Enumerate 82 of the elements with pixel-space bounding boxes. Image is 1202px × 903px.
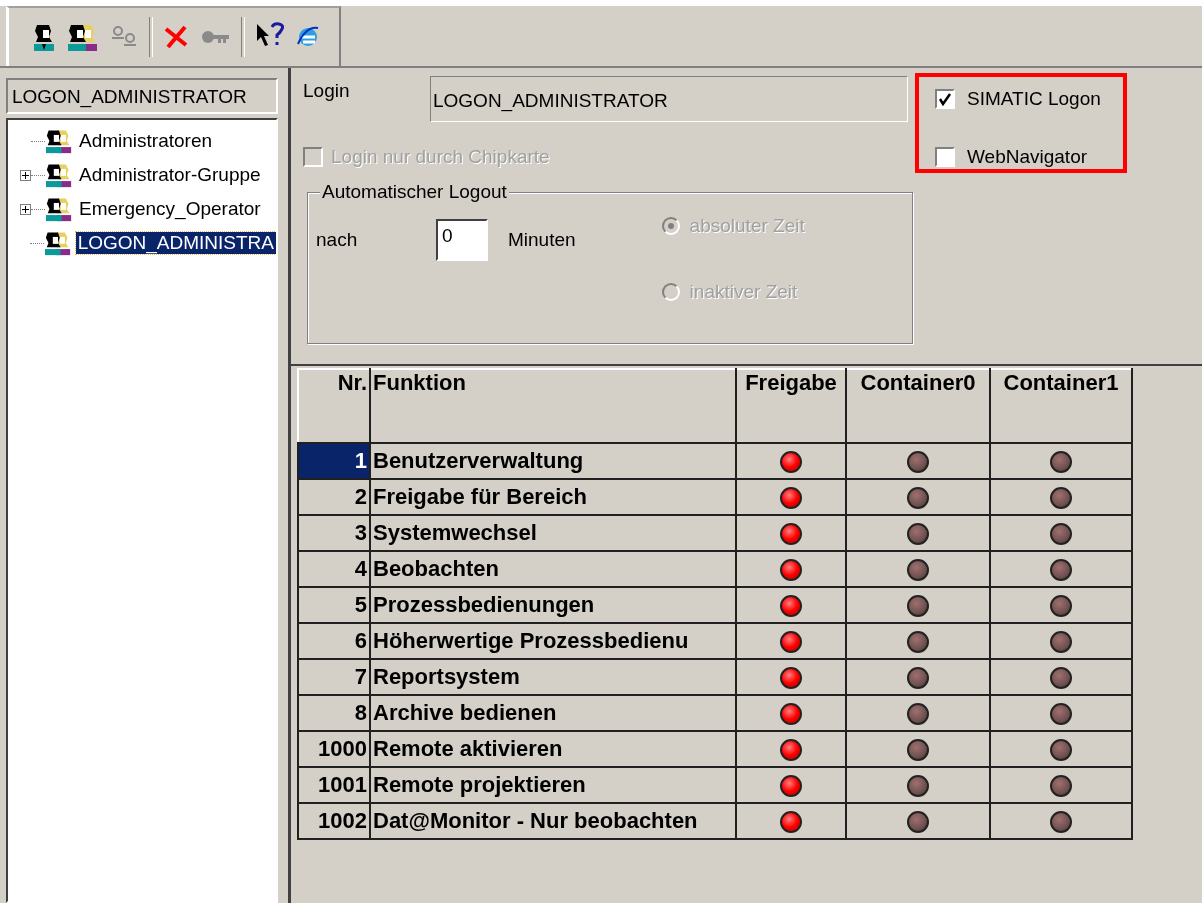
table-cell: Dat@Monitor - Nur beobachten [370,803,736,839]
status-light-icon[interactable] [1050,595,1072,618]
status-light-icon[interactable] [907,775,929,798]
tree-item[interactable]: Administrator-Gruppe [77,164,263,186]
status-light-icon[interactable] [780,487,802,510]
login-field[interactable]: LOGON_ADMINISTRATOR [430,76,908,122]
column-header[interactable]: Container1 [990,369,1132,443]
table-cell: Remote aktivieren [370,731,736,767]
minutes-field[interactable]: 0 [436,219,488,261]
row-number[interactable]: 1000 [298,731,370,767]
table-cell: Höherwertige Prozessbedienu [370,623,736,659]
status-light-icon[interactable] [907,631,929,654]
status-light-icon[interactable] [1050,703,1072,726]
status-light-icon[interactable] [907,595,929,618]
table-cell: Benutzerverwaltung [370,443,736,479]
status-light-icon[interactable] [780,523,802,546]
tree-item[interactable]: Administratoren [77,130,215,152]
tree-item[interactable]: Emergency_Operator [77,198,263,220]
status-light-icon[interactable] [1050,667,1072,690]
row-number[interactable]: 6 [298,623,370,659]
minutes-label: Minuten [508,229,576,251]
status-light-icon[interactable] [907,523,929,546]
users-icon[interactable] [67,22,99,52]
users-icon [45,162,73,188]
user-name-field: LOGON_ADMINISTRATOR [6,78,278,114]
column-header[interactable]: Nr. [298,369,370,443]
status-light-icon[interactable] [780,811,802,834]
checkbox-label: WebNavigator [967,146,1088,168]
status-light-icon[interactable] [780,595,802,618]
expand-icon[interactable] [20,203,31,215]
column-header[interactable]: Container0 [846,369,990,443]
users-icon [45,196,73,222]
status-light-icon[interactable] [780,451,802,474]
status-light-icon[interactable] [907,739,929,762]
row-number[interactable]: 1002 [298,803,370,839]
row-number[interactable]: 7 [298,659,370,695]
row-number[interactable]: 8 [298,695,370,731]
table-cell: Archive bedienen [370,695,736,731]
status-light-icon[interactable] [780,667,802,690]
status-light-icon[interactable] [907,811,929,834]
user-icon[interactable] [31,22,57,52]
table-cell: Systemwechsel [370,515,736,551]
status-light-icon[interactable] [780,775,802,798]
status-light-icon[interactable] [1050,739,1072,762]
table-cell: Remote projektieren [370,767,736,803]
users-icon [43,230,72,256]
checkbox[interactable] [935,89,955,109]
status-light-icon[interactable] [1050,559,1072,582]
row-number[interactable]: 2 [298,479,370,515]
status-light-icon[interactable] [780,631,802,654]
status-light-icon[interactable] [907,487,929,510]
table-cell: Prozessbedienungen [370,587,736,623]
status-light-icon[interactable] [1050,523,1072,546]
row-number[interactable]: 5 [298,587,370,623]
login-label: Login [303,79,351,102]
expand-icon[interactable] [20,169,31,181]
status-light-icon[interactable] [780,559,802,582]
table-cell: Freigabe für Bereich [370,479,736,515]
status-light-icon[interactable] [1050,487,1072,510]
status-light-icon[interactable] [780,703,802,726]
status-light-icon[interactable] [907,667,929,690]
status-light-icon[interactable] [780,739,802,762]
status-light-icon[interactable] [907,451,929,474]
tree-item[interactable]: LOGON_ADMINISTRA [75,232,276,254]
status-light-icon[interactable] [907,559,929,582]
column-header[interactable]: Funktion [370,369,736,443]
checkbox[interactable] [935,147,955,167]
row-number[interactable]: 1001 [298,767,370,803]
column-header[interactable]: Freigabe [736,369,846,443]
after-label: nach [316,229,359,251]
status-light-icon[interactable] [1050,451,1072,474]
users-icon [45,128,73,154]
status-light-icon[interactable] [1050,775,1072,798]
status-light-icon[interactable] [907,703,929,726]
checkbox-label: SIMATIC Logon [967,88,1101,110]
row-number[interactable]: 4 [298,551,370,587]
table-cell: Reportsystem [370,659,736,695]
row-number[interactable]: 1 [298,443,370,479]
row-number[interactable]: 3 [298,515,370,551]
status-light-icon[interactable] [1050,631,1072,654]
status-light-icon[interactable] [1050,811,1072,834]
table-cell: Beobachten [370,551,736,587]
